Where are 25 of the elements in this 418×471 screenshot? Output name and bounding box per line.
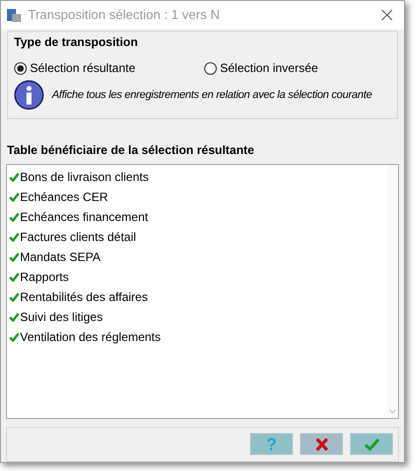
check-icon (364, 438, 380, 451)
table-item[interactable]: Echéances CER (20, 188, 108, 206)
ok-button[interactable] (350, 433, 393, 456)
table-item[interactable]: Factures clients détail (20, 228, 136, 246)
radio-label[interactable]: Sélection résultante (30, 59, 136, 77)
info-icon (14, 80, 44, 110)
radio-button[interactable] (14, 62, 27, 74)
table-item[interactable]: Ventilation des réglements (20, 328, 161, 346)
app-icon (6, 7, 22, 23)
group-title: Type de transposition (14, 34, 139, 51)
radio-button[interactable] (204, 62, 217, 74)
table-item[interactable]: Echéances financement (20, 208, 148, 226)
scrollbar[interactable] (387, 165, 398, 418)
table-item[interactable]: Rapports (20, 268, 69, 286)
cross-icon (314, 438, 328, 451)
table-title: Table bénéficiaire de la sélection résultante (6, 142, 256, 159)
radio-label[interactable]: Sélection inversée (220, 59, 318, 77)
close-icon[interactable] (381, 9, 393, 21)
table-item[interactable]: Bons de livraison clients (20, 168, 149, 186)
table-item[interactable]: Rentabilités des affaires (20, 288, 148, 306)
info-text: Affiche tous les enregistrements en relation avec la sélection courante (52, 88, 372, 103)
table-item[interactable]: Mandats SEPA (20, 248, 100, 266)
window-title: Transposition sélection : 1 vers N (28, 6, 221, 24)
cancel-button[interactable] (300, 433, 343, 456)
table-item[interactable]: Suivi des litiges (20, 308, 103, 326)
